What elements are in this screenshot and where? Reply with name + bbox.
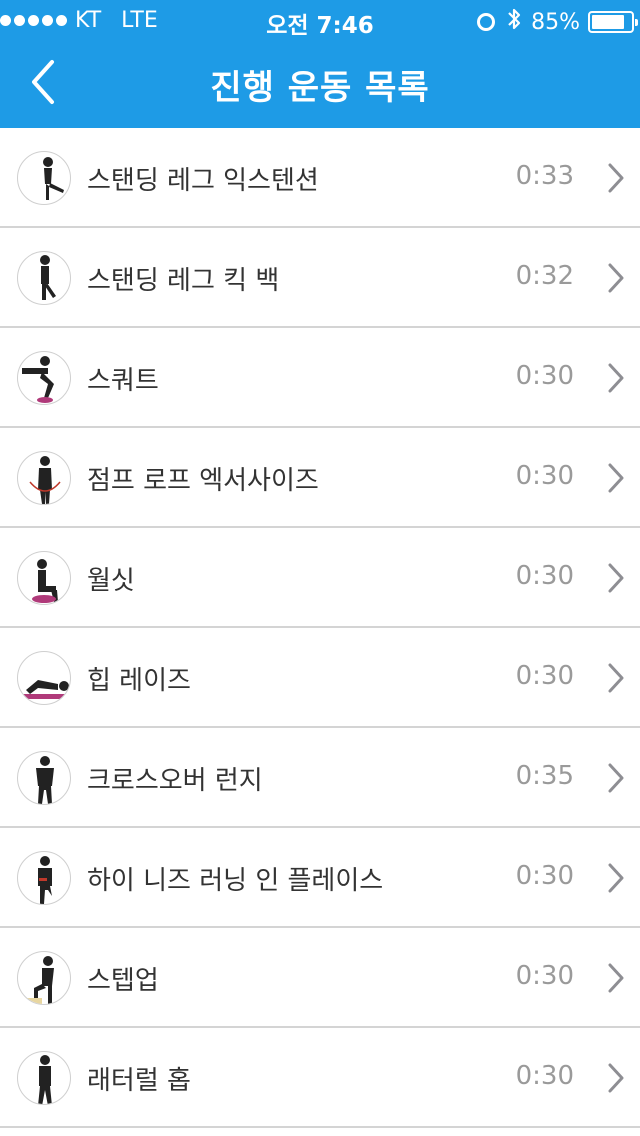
chevron-right-icon — [608, 763, 624, 793]
exercise-thumbnail — [17, 751, 71, 805]
nav-bar: 진행 운동 목록 — [0, 40, 640, 128]
exercise-row[interactable]: 스탠딩 레그 킥 백 0:32 — [0, 228, 640, 328]
exercise-thumbnail — [17, 151, 71, 205]
chevron-right-icon — [608, 963, 624, 993]
exercise-row[interactable]: 래터럴 홉 0:30 — [0, 1028, 640, 1128]
exercise-duration: 0:30 — [515, 561, 574, 591]
exercise-name: 힙 레이즈 — [87, 666, 191, 696]
status-bar: KT LTE 오전 7:46 85% — [0, 0, 640, 40]
chevron-right-icon — [608, 463, 624, 493]
battery-fill — [592, 15, 625, 29]
exercise-name: 크로스오버 런지 — [87, 766, 263, 796]
exercise-name: 스텝업 — [87, 966, 159, 996]
exercise-duration: 0:33 — [515, 161, 574, 191]
bluetooth-icon — [507, 7, 521, 37]
exercise-duration: 0:32 — [515, 261, 574, 291]
exercise-name: 월싯 — [87, 566, 135, 596]
battery-icon — [588, 11, 638, 33]
exercise-thumbnail — [17, 1051, 71, 1105]
exercise-thumbnail — [17, 251, 71, 305]
chevron-right-icon — [608, 563, 624, 593]
exercise-row[interactable]: 하이 니즈 러닝 인 플레이스 0:30 — [0, 828, 640, 928]
exercise-duration: 0:30 — [515, 461, 574, 491]
exercise-duration: 0:30 — [515, 961, 574, 991]
chevron-right-icon — [608, 163, 624, 193]
exercise-thumbnail — [17, 951, 71, 1005]
chevron-right-icon — [608, 363, 624, 393]
exercise-row[interactable]: 월싯 0:30 — [0, 528, 640, 628]
chevron-right-icon — [608, 663, 624, 693]
exercise-list: 스탠딩 레그 익스텐션 0:33 스탠딩 레그 킥 백 0:32 스쿼트 0:3… — [0, 128, 640, 1128]
chevron-right-icon — [608, 863, 624, 893]
exercise-duration: 0:35 — [515, 761, 574, 791]
exercise-name: 래터럴 홉 — [87, 1066, 191, 1096]
exercise-name: 스탠딩 레그 익스텐션 — [87, 166, 319, 196]
exercise-thumbnail — [17, 651, 71, 705]
exercise-name: 스탠딩 레그 킥 백 — [87, 266, 280, 296]
status-right: 85% — [477, 7, 638, 37]
exercise-row[interactable]: 스쿼트 0:30 — [0, 328, 640, 428]
exercise-thumbnail — [17, 851, 71, 905]
exercise-duration: 0:30 — [515, 1061, 574, 1091]
exercise-duration: 0:30 — [515, 861, 574, 891]
exercise-row[interactable]: 스탠딩 레그 익스텐션 0:33 — [0, 128, 640, 228]
exercise-name: 하이 니즈 러닝 인 플레이스 — [87, 866, 384, 896]
exercise-row[interactable]: 스텝업 0:30 — [0, 928, 640, 1028]
chevron-right-icon — [608, 1063, 624, 1093]
exercise-name: 스쿼트 — [87, 366, 159, 396]
exercise-row[interactable]: 점프 로프 엑서사이즈 0:30 — [0, 428, 640, 528]
exercise-thumbnail — [17, 451, 71, 505]
exercise-thumbnail — [17, 351, 71, 405]
exercise-duration: 0:30 — [515, 661, 574, 691]
header: KT LTE 오전 7:46 85% 진행 운동 목록 — [0, 0, 640, 128]
alarm-icon — [477, 13, 496, 31]
exercise-row[interactable]: 힙 레이즈 0:30 — [0, 628, 640, 728]
exercise-duration: 0:30 — [515, 361, 574, 391]
exercise-name: 점프 로프 엑서사이즈 — [87, 466, 319, 496]
exercise-thumbnail — [17, 551, 71, 605]
page-title: 진행 운동 목록 — [210, 68, 430, 108]
chevron-right-icon — [608, 263, 624, 293]
exercise-row[interactable]: 크로스오버 런지 0:35 — [0, 728, 640, 828]
battery-percent: 85% — [531, 9, 580, 35]
